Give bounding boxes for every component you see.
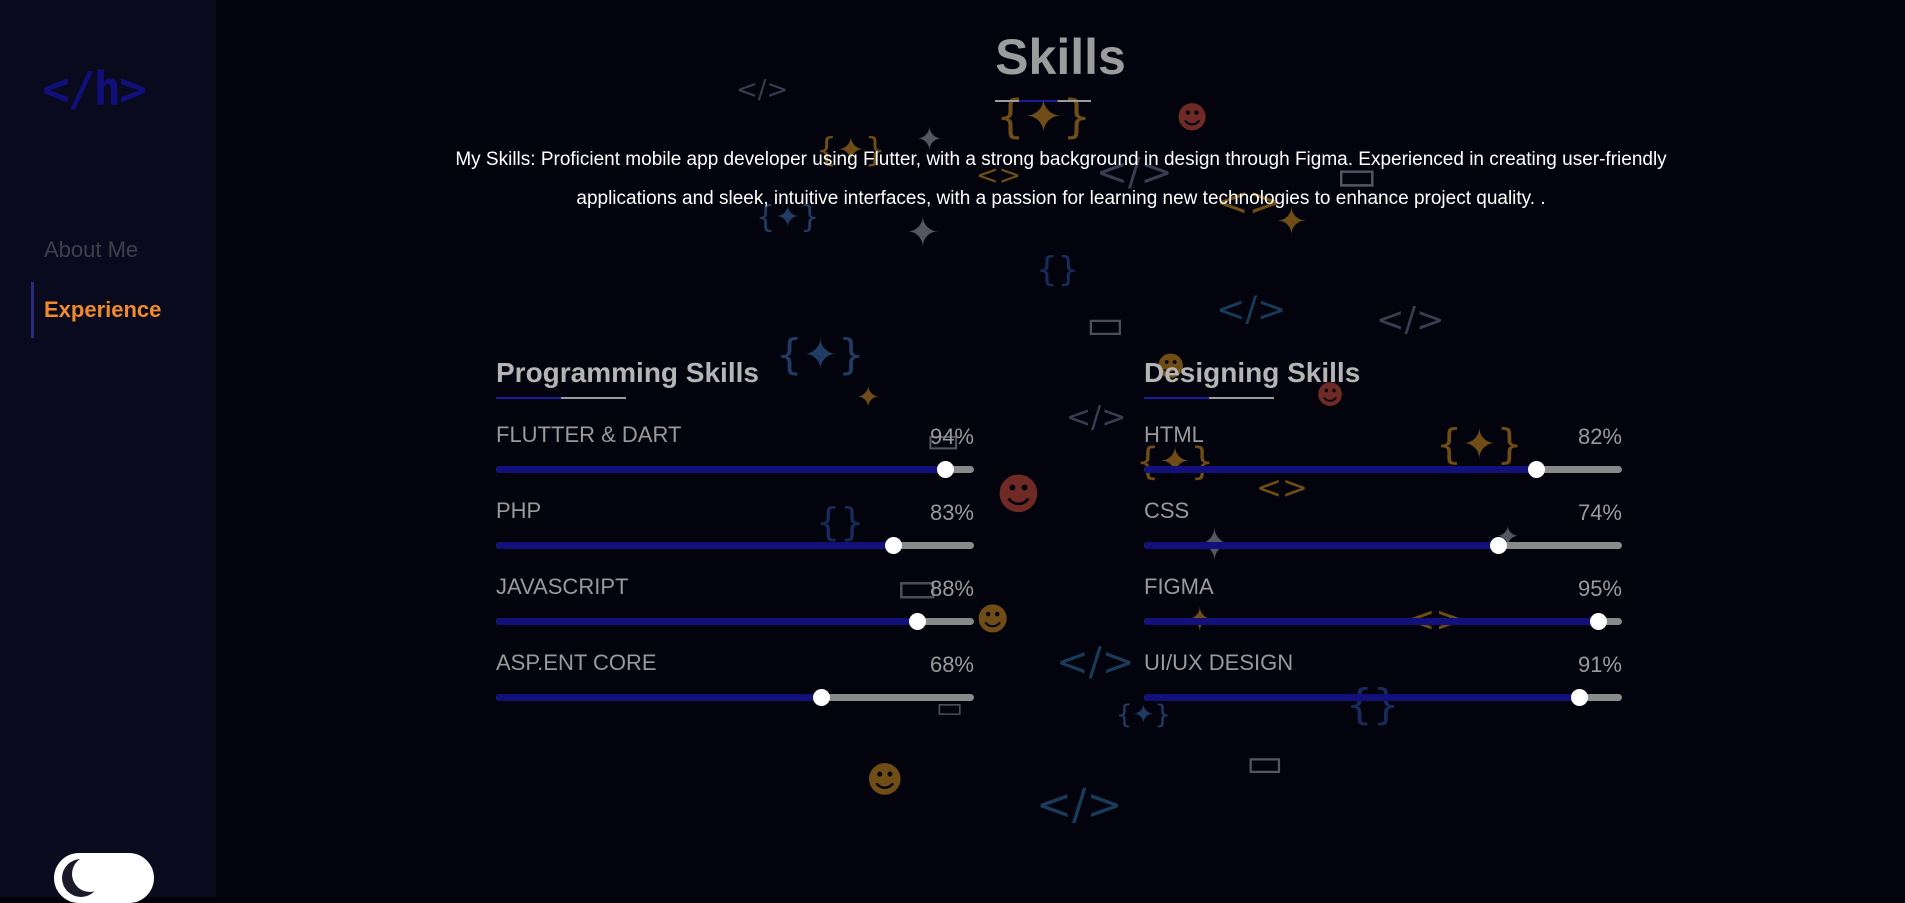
theme-toggle[interactable] bbox=[54, 853, 154, 903]
skill-name: JAVASCRIPT bbox=[496, 574, 629, 599]
skills-section: </> {✦} ✦ <>{} ▭ ☻ </> {✦} ✦ ▭ ☻ </> {✦} ✦ <>{} ▭ ☻ </> {✦… bbox=[216, 0, 1905, 897]
skill-slider-track[interactable] bbox=[1144, 537, 1622, 554]
skill-name: UI/UX DESIGN bbox=[1144, 650, 1294, 675]
designing-title-underline bbox=[1144, 397, 1274, 399]
skill-name: ASP.ENT CORE bbox=[496, 650, 657, 675]
skill-name: PHP bbox=[496, 498, 542, 523]
decorative-glyph: ☻ bbox=[866, 760, 904, 801]
designing-skill-list: HTML 82% CSS 74% FIGMA 95% UI/UX DESIGN 91% bbox=[1144, 421, 1622, 725]
skill-slider-fill bbox=[1144, 466, 1536, 473]
skill-slider-track[interactable] bbox=[496, 613, 974, 630]
decorative-glyph: </> bbox=[1056, 640, 1135, 685]
skill-slider-fill bbox=[1144, 542, 1498, 549]
decorative-glyph: ☻ bbox=[1176, 100, 1209, 136]
skill-slider-thumb[interactable] bbox=[1489, 537, 1507, 554]
skill-slider-thumb[interactable] bbox=[1590, 613, 1608, 630]
skill-row: HTML 82% bbox=[1144, 421, 1622, 497]
nav-item-experience[interactable]: Experience bbox=[0, 280, 216, 340]
decorative-glyph: </> bbox=[1036, 780, 1123, 830]
skill-slider-thumb[interactable] bbox=[1570, 689, 1588, 706]
skill-slider-thumb[interactable] bbox=[937, 461, 955, 478]
decorative-glyph: ▭ bbox=[1086, 300, 1125, 348]
skill-percent: 83% bbox=[929, 500, 974, 525]
decorative-glyph: </> bbox=[1066, 400, 1127, 435]
decorative-glyph: {✦} bbox=[996, 90, 1091, 143]
skill-row: CSS 74% bbox=[1144, 497, 1622, 573]
skill-slider-thumb[interactable] bbox=[908, 613, 926, 630]
decorative-glyph: </> bbox=[1216, 290, 1287, 330]
skill-slider-thumb[interactable] bbox=[1527, 461, 1545, 478]
skill-name: HTML bbox=[1144, 422, 1204, 447]
skill-slider-track[interactable] bbox=[1144, 689, 1622, 706]
decorative-glyph: </> bbox=[1376, 300, 1445, 340]
skill-slider-fill bbox=[496, 542, 893, 549]
title-underline bbox=[995, 100, 1091, 102]
skill-percent: 94% bbox=[929, 424, 974, 449]
skill-slider-track[interactable] bbox=[1144, 461, 1622, 478]
decorative-glyph: ☻ bbox=[996, 470, 1041, 520]
page-title: Skills bbox=[995, 29, 1126, 85]
decorative-glyph: {} bbox=[1036, 250, 1080, 290]
skill-percent: 91% bbox=[1577, 652, 1622, 677]
skill-row: JAVASCRIPT 88% bbox=[496, 573, 974, 649]
nav-item-about-me[interactable]: About Me bbox=[0, 220, 216, 280]
skills-description: My Skills: Proficient mobile app develop… bbox=[455, 149, 1667, 209]
skill-slider-track[interactable] bbox=[496, 461, 974, 478]
skill-slider-thumb[interactable] bbox=[813, 689, 831, 706]
skill-row: PHP 83% bbox=[496, 497, 974, 573]
skill-slider-track[interactable] bbox=[1144, 613, 1622, 630]
designing-skills-title: Designing Skills bbox=[1144, 357, 1361, 388]
skill-slider-fill bbox=[496, 466, 946, 473]
skill-slider-track[interactable] bbox=[496, 537, 974, 554]
skill-percent: 88% bbox=[929, 576, 974, 601]
skill-percent: 95% bbox=[1577, 576, 1622, 601]
skill-percent: 74% bbox=[1577, 500, 1622, 525]
programming-skills-title: Programming Skills bbox=[496, 357, 759, 388]
background-decoration: </> {✦} ✦ <>{} ▭ ☻ </> {✦} ✦ ▭ ☻ </> {✦} ✦ <>{} ▭ ☻ </> {✦… bbox=[216, 0, 1905, 897]
skill-slider-thumb[interactable] bbox=[884, 537, 902, 554]
skill-slider-fill bbox=[496, 694, 822, 701]
sidebar: </h> About Me Experience bbox=[0, 0, 216, 903]
decorative-glyph: ▭ bbox=[1246, 740, 1284, 786]
skill-row: UI/UX DESIGN 91% bbox=[1144, 649, 1622, 725]
skill-row: FLUTTER & DART 94% bbox=[496, 421, 974, 497]
skill-slider-track[interactable] bbox=[496, 689, 974, 706]
skill-name: CSS bbox=[1144, 498, 1190, 523]
skill-name: FLUTTER & DART bbox=[496, 422, 682, 447]
skill-slider-fill bbox=[1144, 694, 1579, 701]
skill-row: ASP.ENT CORE 68% bbox=[496, 649, 974, 725]
decorative-glyph: ☻ bbox=[976, 600, 1010, 638]
programming-skill-list: FLUTTER & DART 94% PHP 83% JAVASCRIPT 88% ASP.… bbox=[496, 421, 974, 725]
programming-title-underline bbox=[496, 397, 626, 399]
skill-slider-fill bbox=[496, 618, 917, 625]
programming-skills-column: Programming Skills FLUTTER & DART 94% PHP 8… bbox=[496, 355, 974, 725]
skill-name: FIGMA bbox=[1144, 574, 1214, 599]
sidebar-nav: About Me Experience bbox=[0, 220, 216, 340]
skill-percent: 82% bbox=[1577, 424, 1622, 449]
skill-percent: 68% bbox=[929, 652, 974, 677]
logo[interactable]: </h> bbox=[42, 62, 147, 116]
skill-slider-fill bbox=[1144, 618, 1599, 625]
designing-skills-column: Designing Skills HTML 82% CSS 74% FIGMA 95% UI… bbox=[1144, 355, 1622, 725]
skill-row: FIGMA 95% bbox=[1144, 573, 1622, 649]
moon-icon bbox=[62, 856, 108, 897]
